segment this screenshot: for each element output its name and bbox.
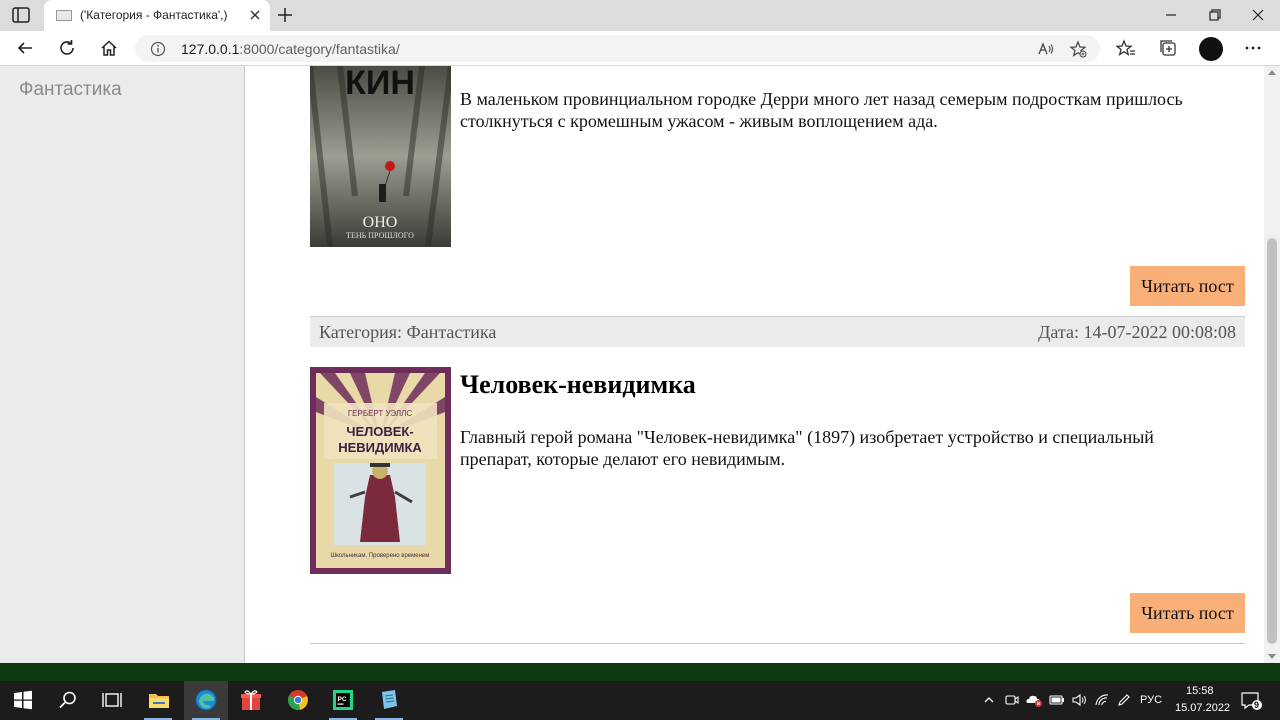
cover-author: ГЕРБЕРТ УЭЛЛС <box>348 409 413 418</box>
home-icon[interactable] <box>99 38 119 58</box>
restore-icon[interactable] <box>1206 6 1224 24</box>
more-menu-icon[interactable] <box>1243 38 1263 58</box>
browser-tab[interactable]: ('Категория - Фантастика',) <box>44 0 270 31</box>
category-sidebar: Фантастика <box>0 66 245 663</box>
clock-date[interactable]: 15.07.2022 <box>1175 702 1230 714</box>
read-post-button[interactable]: Читать пост <box>1130 593 1245 633</box>
meet-now-icon[interactable] <box>1004 692 1020 708</box>
wifi-icon[interactable] <box>1094 692 1112 708</box>
post-excerpt: Главный герой романа "Человек-невидимка"… <box>460 427 1154 469</box>
url-text[interactable]: 127.0.0.1:8000/category/fantastika/ <box>181 41 400 57</box>
cover-title-line2: НЕВИДИМКА <box>338 440 422 455</box>
read-post-button[interactable]: Читать пост <box>1130 266 1245 306</box>
gift-app-icon[interactable] <box>239 688 263 712</box>
clock-time[interactable]: 15:58 <box>1186 685 1214 697</box>
reload-icon[interactable] <box>57 38 77 58</box>
file-explorer-icon[interactable] <box>147 688 171 712</box>
cover-series: Школьникам. Проверено временем <box>331 553 430 559</box>
page-favicon-icon <box>56 10 72 21</box>
post-cover-image[interactable]: ГЕРБЕРТ УЭЛЛС ЧЕЛОВЕК- НЕВИДИМКА Школьни… <box>310 367 451 574</box>
new-tab-icon[interactable] <box>276 6 294 24</box>
cover-title: КИН <box>345 66 415 102</box>
post-meta-bar: Категория: Фантастика Дата: 14-07-2022 0… <box>310 316 1245 347</box>
start-windows-icon[interactable] <box>11 688 35 712</box>
pycharm-icon[interactable]: PC <box>331 688 355 712</box>
browser-tab-bar: ('Категория - Фантастика',) <box>0 0 1280 31</box>
scroll-down-arrow-icon[interactable] <box>1268 654 1276 659</box>
post-title[interactable]: Человек-невидимка <box>460 370 696 400</box>
page-content: Фантастика КИН ОНО ТЕНЬ ПРОШЛОГО В мален… <box>0 66 1264 663</box>
search-icon[interactable] <box>56 688 80 712</box>
post-date: Дата: 14-07-2022 00:08:08 <box>1038 322 1236 342</box>
site-info-icon[interactable] <box>150 41 166 57</box>
pen-workspace-icon[interactable] <box>1116 692 1132 708</box>
scroll-up-arrow-icon[interactable] <box>1268 70 1276 75</box>
post-cover-image[interactable]: КИН ОНО ТЕНЬ ПРОШЛОГО <box>310 66 451 247</box>
back-icon[interactable] <box>15 38 35 58</box>
svg-text:PC: PC <box>338 696 347 703</box>
windows-taskbar: PC РУС 15:58 15.07.2022 9 <box>0 681 1280 720</box>
read-aloud-icon[interactable] <box>1037 40 1055 58</box>
page-footer <box>0 663 1280 681</box>
tab-title: ('Категория - Фантастика',) <box>80 8 228 22</box>
volume-icon[interactable] <box>1071 692 1089 708</box>
battery-icon[interactable] <box>1048 692 1066 708</box>
favorites-icon[interactable] <box>1116 38 1136 58</box>
onedrive-error-icon[interactable] <box>1025 692 1043 708</box>
post-category: Категория: Фантастика <box>319 322 497 342</box>
post-excerpt: В маленьком провинциальном городке Дерри… <box>460 89 1183 131</box>
close-window-icon[interactable] <box>1249 6 1267 24</box>
task-view-icon[interactable] <box>100 688 124 712</box>
scrollbar-thumb[interactable] <box>1267 238 1277 644</box>
browser-toolbar: 127.0.0.1:8000/category/fantastika/ <box>0 31 1280 66</box>
notepad-icon[interactable] <box>377 688 401 712</box>
notification-count: 9 <box>1254 700 1260 710</box>
sidebar-item-fantastika[interactable]: Фантастика <box>19 79 122 101</box>
add-favorite-icon[interactable] <box>1069 40 1087 58</box>
url-host: 127.0.0.1 <box>181 41 240 57</box>
profile-avatar[interactable] <box>1199 37 1223 61</box>
collections-icon[interactable] <box>1158 38 1178 58</box>
address-bar[interactable]: 127.0.0.1:8000/category/fantastika/ <box>135 35 1100 62</box>
minimize-icon[interactable] <box>1162 6 1180 24</box>
cover-subtitle: ОНО <box>363 214 398 231</box>
cover-title-line1: ЧЕЛОВЕК- <box>346 424 413 439</box>
url-path: :8000/category/fantastika/ <box>239 41 400 57</box>
chrome-icon[interactable] <box>286 688 310 712</box>
post-divider <box>310 643 1245 644</box>
show-hidden-icons-icon[interactable] <box>983 694 995 706</box>
edge-browser-icon[interactable] <box>194 688 218 712</box>
input-language[interactable]: РУС <box>1140 694 1162 706</box>
tab-actions-icon[interactable] <box>12 7 30 23</box>
cover-caption: ТЕНЬ ПРОШЛОГО <box>346 231 414 240</box>
page-scrollbar[interactable] <box>1264 66 1280 663</box>
close-tab-icon[interactable] <box>248 8 262 22</box>
